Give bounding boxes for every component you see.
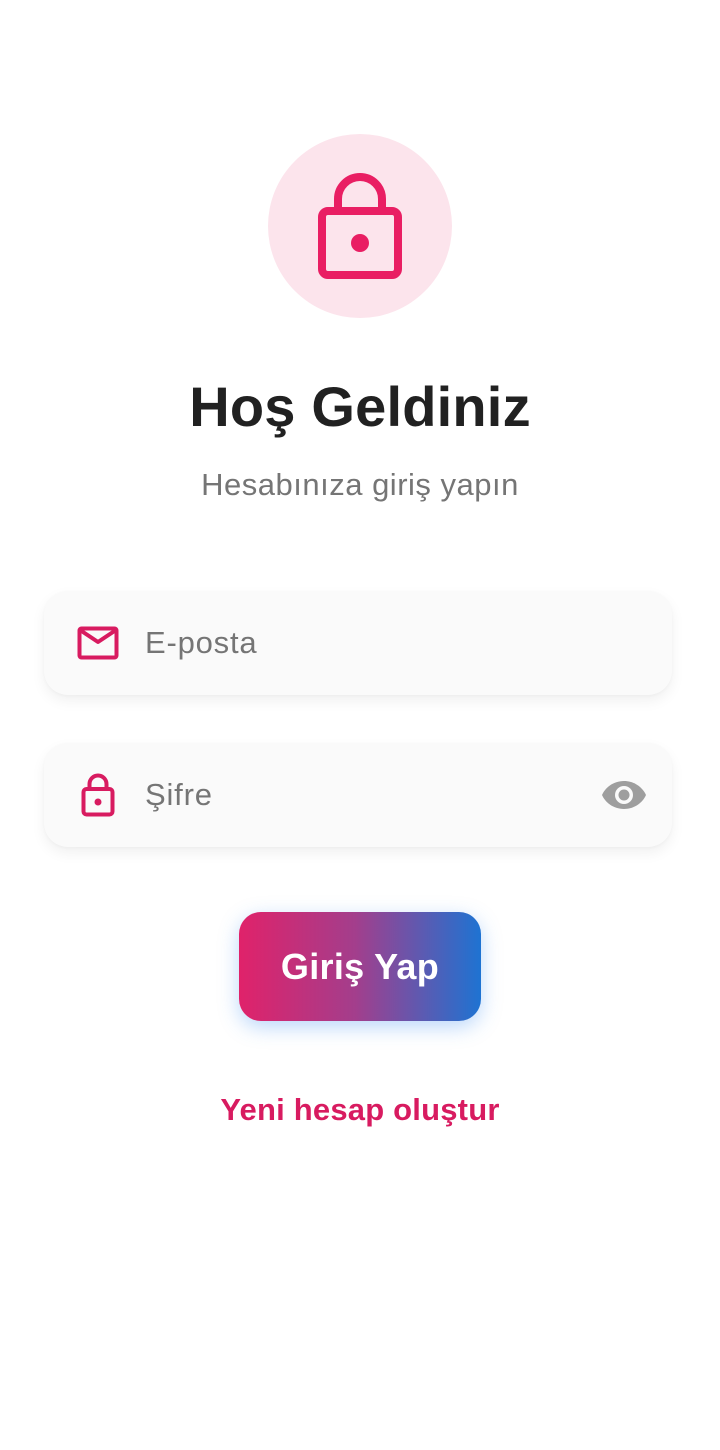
page-subtitle: Hesabınıza giriş yapın xyxy=(201,467,519,502)
email-placeholder: E-posta xyxy=(145,625,258,660)
page-title: Hoş Geldiniz xyxy=(189,375,531,438)
password-placeholder: Şifre xyxy=(145,777,213,812)
password-field[interactable]: Şifre xyxy=(44,743,672,847)
email-field[interactable]: E-posta xyxy=(44,591,672,695)
mail-icon xyxy=(74,619,122,667)
eye-icon[interactable] xyxy=(600,771,648,819)
logo-badge xyxy=(268,134,452,318)
create-account-link[interactable]: Yeni hesap oluştur xyxy=(0,1090,720,1130)
login-button[interactable]: Giriş Yap xyxy=(239,912,481,1021)
lock-icon xyxy=(74,771,122,819)
lock-icon xyxy=(318,173,402,279)
